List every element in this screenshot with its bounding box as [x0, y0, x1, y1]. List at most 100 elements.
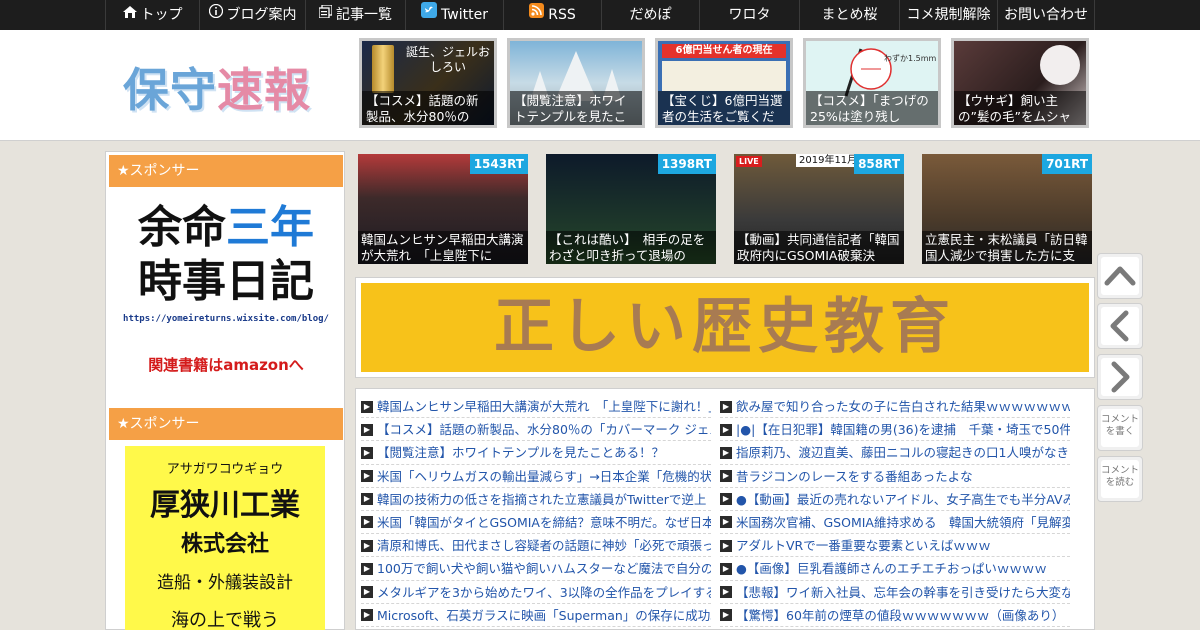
header-thumb-white-temple[interactable]: 【閲覧注意】ホワイトテンプルを見たこ [507, 38, 645, 128]
list-item[interactable]: ▶ アダルトVRで一番重要な要素といえばｗｗｗ [720, 534, 1070, 558]
trending-thumb-3[interactable]: LIVE 2019年11月6 858RT 【動画】共同通信記者「韓国政府内にGS… [734, 154, 904, 264]
rss-icon [529, 0, 545, 29]
read-comment-label: コメントを読む [1101, 465, 1140, 488]
sponsor-ad-asagawa[interactable]: アサガワコウギョウ 厚狭川工業 株式会社 造船・外艤装設計 海の上で戦う [125, 446, 325, 630]
ad-company-name: 厚狭川工業 [150, 488, 300, 523]
arrow-right-icon: ▶ [720, 539, 732, 552]
arrow-right-icon: ▶ [361, 446, 373, 459]
list-item[interactable]: ▶ 【驚愕】60年前の煙草の値段ｗｗｗｗｗｗｗ（画像あり） [720, 604, 1070, 627]
thumb-caption: 【閲覧注意】ホワイトテンプルを見たこ [510, 91, 642, 125]
nav-rss-label: RSS [548, 7, 576, 23]
arrow-right-icon: ▶ [720, 562, 732, 575]
list-item-title: ●【画像】巨乳看護師さんのエチエチおっぱいｗｗｗｗ [736, 561, 1047, 577]
article-list-right: ▶ 飲み屋で知り合った女の子に告白された結果ｗｗｗｗｗｗｗｗ ▶ |●|【在日犯罪】… [720, 395, 1070, 627]
logo-text-1: 保守 [123, 63, 217, 117]
logo-text-2: 速報 [217, 63, 311, 117]
nav-warota[interactable]: ワロタ [699, 0, 799, 30]
list-item[interactable]: ▶ 米国務次官補、GSOMIA維持求める 韓国大統領府「見解変わらず」 [720, 511, 1070, 535]
sponsor-heading-2: ★スポンサー [109, 408, 343, 440]
sponsor-ad-yomei[interactable]: 余命三年 時事日記 https://yomeireturns.wixsite.c… [109, 192, 343, 382]
list-item-title: Microsoft、石英ガラスに映画「Superman」の保存に成功。長期保存 [377, 607, 711, 623]
list-item[interactable]: ▶ 韓国の技術力の低さを指摘された立憲議員がTwitterで逆上 輸出規制 [361, 488, 711, 511]
list-item[interactable]: ▶ メタルギアを3から始めたワイ、3以降の全作品をプレイするもよう [361, 581, 711, 604]
list-item-title: ●【動画】最近の売れないアイドル、女子高生でも半分AVみたいな [736, 491, 1070, 507]
read-comment-inner: コメントを読む [1101, 460, 1139, 498]
lottery-headline: 6億円当せん者の現在 [662, 44, 786, 58]
nav-twitter[interactable]: Twitter [405, 0, 503, 30]
arrow-right-icon: ▶ [720, 586, 732, 598]
list-item-title: 米国「韓国がタイとGSOMIAを締結？意味不明だ。なぜ日本とは [377, 514, 711, 530]
list-item[interactable]: ▶ 清原和博氏、田代まさし容疑者の話題に神妙「必死で頑張ってほしい」 [361, 534, 711, 558]
arrow-right-icon: ▶ [361, 586, 373, 598]
page-top-button[interactable] [1097, 253, 1143, 299]
nav-twitter-label: Twitter [441, 7, 488, 23]
list-item[interactable]: ▶ ●【画像】巨乳看護師さんのエチエチおっぱいｗｗｗｗ [720, 557, 1070, 581]
nav-article-list-label: 記事一覧 [336, 7, 392, 23]
thumb-caption: 【ウサギ】飼い主の”髪の毛”をムシャム [954, 91, 1086, 125]
list-item[interactable]: ▶ 【悲報】ワイ新入社員、忘年会の幹事を引き受けたら大変な事に [720, 581, 1070, 604]
list-item[interactable]: ▶ 【閲覧注意】ホワイトテンプルを見たことある！？ [361, 441, 711, 465]
list-item[interactable]: ▶ 飲み屋で知り合った女の子に告白された結果ｗｗｗｗｗｗｗｗ [720, 395, 1070, 419]
trending-thumb-2[interactable]: 1398RT 【これは酷い】 相手の足をわざと叩き折って退場の [546, 154, 716, 264]
article-list-left: ▶ 韓国ムンヒサン早稲田大講演が大荒れ 「上皇陛下に謝れ！」 ▶ 【コスメ】話題の新… [361, 395, 711, 627]
list-item-title: |●|【在日犯罪】韓国籍の男(36)を逮捕 千葉・埼玉で50件以上の [736, 422, 1070, 438]
nav-matome-sakura[interactable]: まとめ桜 [799, 0, 899, 30]
arrow-right-icon: ▶ [361, 609, 373, 622]
list-item-title: 【悲報】ワイ新入社員、忘年会の幹事を引き受けたら大変な事に [736, 584, 1070, 600]
list-item-title: 韓国の技術力の低さを指摘された立憲議員がTwitterで逆上 輸出規制 [377, 491, 711, 507]
header-thumb-lottery[interactable]: 6億円当せん者の現在 【宝くじ】6億円当選者の生活をご覧くだ [655, 38, 793, 128]
banner-ad[interactable]: 正しい歴史教育 [355, 277, 1095, 378]
write-comment-label: コメントを書く [1101, 414, 1140, 437]
header-thumb-mascara[interactable]: わずか1.5mm 【コスメ】「まつげの25%は塗り残し [803, 38, 941, 128]
list-item[interactable]: ▶ 米国「ヘリウムガスの輸出量減らす」→日本企業「危機的状況」 [361, 465, 711, 488]
arrow-right-icon: ▶ [720, 609, 732, 622]
list-item[interactable]: ▶ |●|【在日犯罪】韓国籍の男(36)を逮捕 千葉・埼玉で50件以上の [720, 418, 1070, 442]
header-thumb-cosme[interactable]: 誕生、ジェルおしろい 【コスメ】話題の新製品、水分80％の [359, 38, 497, 128]
thumb-caption: 【コスメ】「まつげの25%は塗り残し [806, 91, 938, 125]
nav-blog-guide-label: ブログ案内 [226, 7, 297, 23]
nav-rss[interactable]: RSS [503, 0, 601, 30]
list-item[interactable]: ▶ ●【動画】最近の売れないアイドル、女子高生でも半分AVみたいな [720, 488, 1070, 511]
trending-caption: 韓国ムンヒサン早稲田大講演が大荒れ 「上皇陛下に [358, 231, 528, 264]
forward-button[interactable] [1097, 354, 1143, 400]
list-item-title: 飲み屋で知り合った女の子に告白された結果ｗｗｗｗｗｗｗｗ [736, 399, 1070, 414]
site-logo[interactable]: 保守速報 [123, 54, 311, 120]
write-comment-button[interactable]: コメントを書く [1097, 405, 1143, 451]
trending-thumb-1[interactable]: 1543RT 韓国ムンヒサン早稲田大講演が大荒れ 「上皇陛下に [358, 154, 528, 264]
nav-home[interactable]: トップ [105, 0, 199, 30]
nav-comment-unblock[interactable]: コメ規制解除 [899, 0, 997, 30]
mascara-label: わずか1.5mm [884, 54, 937, 63]
arrow-right-icon: ▶ [361, 470, 373, 483]
list-item[interactable]: ▶ 指原莉乃、渡辺直美、藤田ニコルの寝起きの口1人嗅がなきゃいけない [720, 441, 1070, 465]
list-item[interactable]: ▶ 【コスメ】話題の新製品、水分80％の「カバーマーク ジェルおしろい」 [361, 418, 711, 442]
header-thumb-rabbit[interactable]: 【ウサギ】飼い主の”髪の毛”をムシャム [951, 38, 1089, 128]
nav-blog-guide[interactable]: ブログ案内 [199, 0, 305, 30]
twitter-icon [421, 0, 438, 29]
list-item-title: 米国務次官補、GSOMIA維持求める 韓国大統領府「見解変わらず」 [736, 514, 1070, 530]
list-item[interactable]: ▶ Microsoft、石英ガラスに映画「Superman」の保存に成功。長期保存 [361, 604, 711, 627]
forward-icon [1101, 358, 1139, 396]
nav-contact[interactable]: お問い合わせ [997, 0, 1095, 30]
arrow-right-icon: ▶ [361, 539, 373, 552]
retweet-count: 1398RT [657, 154, 716, 174]
list-item[interactable]: ▶ 昔ラジコンのレースをする番組あったよな [720, 465, 1070, 488]
list-item[interactable]: ▶ 米国「韓国がタイとGSOMIAを締結？意味不明だ。なぜ日本とは [361, 511, 711, 535]
list-item-title: 【コスメ】話題の新製品、水分80％の「カバーマーク ジェルおしろい」 [377, 422, 711, 438]
arrow-right-icon: ▶ [361, 423, 373, 436]
list-item-title: 指原莉乃、渡辺直美、藤田ニコルの寝起きの口1人嗅がなきゃいけない [736, 445, 1070, 461]
trending-thumb-4[interactable]: 701RT 立憲民主・末松議員「訪日韓国人減少で損害した方に支 [922, 154, 1092, 264]
ad-amazon-link[interactable]: 関連書籍はamazonへ [109, 354, 343, 375]
article-lists: ▶ 韓国ムンヒサン早稲田大講演が大荒れ 「上皇陛下に謝れ！」 ▶ 【コスメ】話題の新… [355, 388, 1095, 630]
back-button[interactable] [1097, 303, 1143, 349]
nav-article-list[interactable]: 記事一覧 [305, 0, 405, 30]
list-item-title: 100万で飼い犬や飼い猫や飼いハムスターなど魔法で自分のペットを [377, 561, 711, 577]
ad-title-line1: 余命三年 [109, 202, 343, 254]
read-comment-button[interactable]: コメントを読む [1097, 456, 1143, 502]
arrow-right-icon: ▶ [361, 562, 373, 575]
ad-corp: 株式会社 [180, 532, 269, 557]
nav-damepo[interactable]: だめぽ [601, 0, 699, 30]
arrow-right-icon: ▶ [720, 470, 732, 483]
list-item[interactable]: ▶ 韓国ムンヒサン早稲田大講演が大荒れ 「上皇陛下に謝れ！」 [361, 395, 711, 419]
nav-contact-label: お問い合わせ [1004, 7, 1088, 23]
list-item[interactable]: ▶ 100万で飼い犬や飼い猫や飼いハムスターなど魔法で自分のペットを [361, 557, 711, 581]
